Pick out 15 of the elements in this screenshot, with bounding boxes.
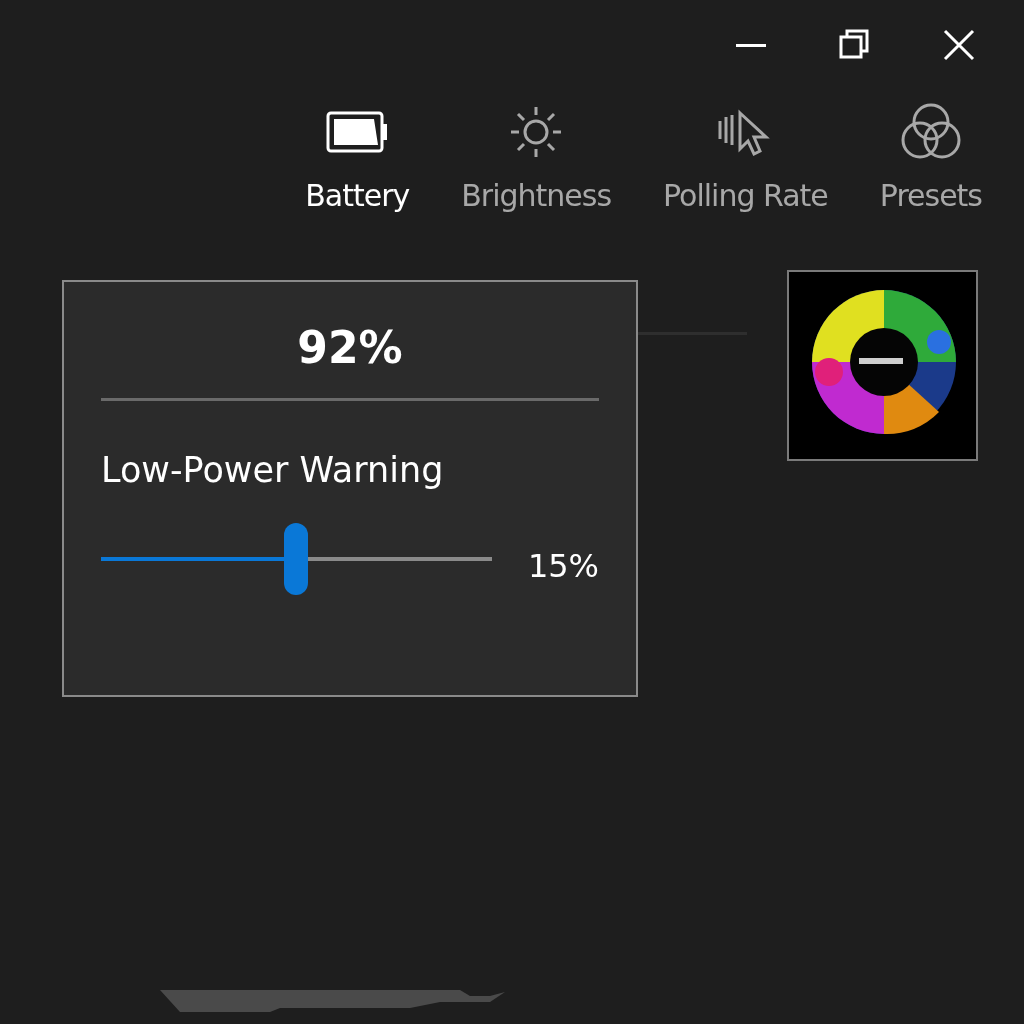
battery-percentage: 92% bbox=[296, 321, 404, 375]
restore-button[interactable] bbox=[838, 28, 872, 62]
restore-icon bbox=[838, 28, 872, 62]
slider-thumb[interactable] bbox=[284, 523, 309, 595]
close-icon bbox=[942, 28, 976, 62]
warning-slider[interactable] bbox=[101, 523, 492, 595]
warning-value: 15% bbox=[527, 546, 599, 587]
tab[interactable]: Presets bbox=[873, 102, 988, 214]
tab[interactable]: Polling Rate bbox=[657, 102, 834, 214]
tab[interactable]: Brightness bbox=[455, 102, 618, 214]
close-button[interactable] bbox=[942, 28, 976, 62]
minimize-icon bbox=[736, 43, 766, 47]
battery-icon bbox=[326, 110, 389, 154]
tab[interactable]: Battery bbox=[299, 102, 416, 214]
warning-label: Low-Power Warning bbox=[101, 449, 444, 492]
